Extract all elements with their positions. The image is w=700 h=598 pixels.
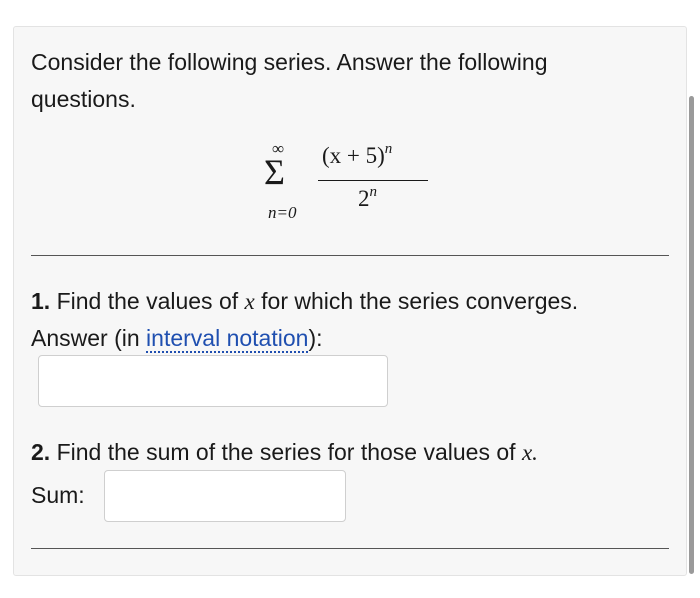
question-2-variable: x — [521, 440, 533, 465]
question-2-text: Find the sum of the series for those val… — [56, 439, 516, 465]
question-1-variable: x — [244, 289, 255, 314]
fraction-numerator: (x + 5)n — [322, 142, 392, 170]
series-formula: ∞ Σ n=0 (x + 5)n 2n — [262, 140, 442, 230]
fraction-bar — [318, 180, 428, 181]
series-prompt: Consider the following series. Answer th… — [31, 49, 548, 112]
question-2-number: 2. — [31, 439, 51, 465]
question-1-text-start: Find the values of — [56, 288, 239, 314]
question-1-text-end: for which the series converges. — [261, 288, 579, 314]
sigma-symbol: Σ — [264, 152, 285, 192]
interval-notation-link[interactable]: interval notation — [146, 325, 309, 353]
sum-lower-limit: n=0 — [268, 203, 297, 222]
question-1: 1. Find the values of x for which the se… — [31, 283, 671, 357]
numerator-base: (x + 5) — [322, 143, 385, 168]
sum-label: Sum: — [31, 482, 85, 508]
section-divider-bottom — [31, 548, 669, 549]
numerator-exponent: n — [384, 141, 393, 157]
section-divider-top — [31, 255, 669, 256]
question-2-period: . — [532, 440, 538, 465]
fraction-denominator: 2n — [358, 185, 377, 213]
denominator-exponent: n — [369, 184, 378, 200]
vertical-scrollbar[interactable] — [689, 96, 694, 574]
answer-prefix: Answer (in — [31, 325, 140, 351]
sum-answer-input[interactable] — [104, 470, 346, 522]
question-1-number: 1. — [31, 288, 51, 314]
answer-suffix: ): — [308, 325, 323, 351]
question-2: 2. Find the sum of the series for those … — [31, 434, 671, 471]
interval-answer-input[interactable] — [38, 355, 388, 407]
denominator-base: 2 — [358, 186, 370, 211]
